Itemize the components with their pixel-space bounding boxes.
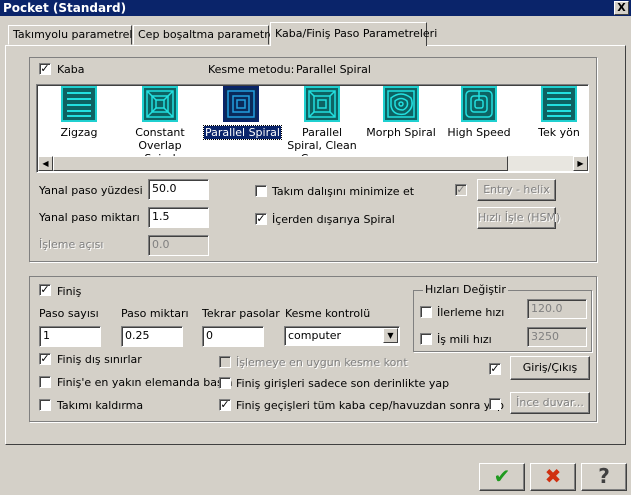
minimize-plunge-label: Takım dalışını minimize et — [272, 185, 415, 198]
hsm-button[interactable]: Hızlı İşle (HSM) — [477, 207, 560, 229]
chevron-down-icon[interactable]: ▼ — [383, 328, 398, 343]
speeds-group-label: Hızları Değiştir — [423, 283, 508, 296]
stepover-distance-input[interactable]: 1.5 — [148, 207, 209, 228]
spring-passes-label: Tekrar pasolar — [202, 307, 280, 320]
stepover-distance-label: Yanal paso miktarı — [39, 211, 140, 224]
finish-outer-boundaries-label: Finiş dış sınırlar — [57, 353, 142, 366]
cut-method-items: Zigzag Constant Overlap Spiral Parallel … — [38, 86, 588, 156]
entry-helix-checkbox[interactable]: ✓ — [455, 184, 467, 196]
lead-in-out-button[interactable]: Giriş/Çıkış — [510, 356, 590, 380]
feed-override-label: İlerleme hızı — [437, 306, 505, 319]
finish-outer-boundaries-checkbox[interactable]: ✓ — [39, 353, 51, 365]
minimize-plunge-checkbox[interactable] — [255, 185, 267, 197]
method-one-way[interactable]: Tek yön — [522, 86, 588, 139]
spindle-override-checkbox[interactable] — [420, 333, 432, 345]
machining-angle-label: İşleme açısı — [39, 238, 104, 251]
cutter-comp-select[interactable]: computer ▼ — [284, 326, 400, 346]
finish-passes-label: Paso sayısı — [39, 307, 99, 320]
optimize-cut-checkbox[interactable] — [219, 356, 231, 368]
help-button[interactable]: ? — [581, 463, 627, 491]
window-title: Pocket (Standard) — [3, 1, 127, 15]
method-label: Constant Overlap Spiral — [135, 126, 185, 156]
feed-override-input[interactable]: 120.0 — [527, 299, 587, 319]
finish-spacing-label: Paso miktarı — [121, 307, 189, 320]
finish-passes-input[interactable]: 1 — [39, 326, 101, 347]
stepover-percent-input[interactable]: 50.0 — [148, 179, 209, 200]
one-way-icon — [541, 86, 577, 122]
spindle-override-input[interactable]: 3250 — [527, 327, 587, 347]
rough-label: Kaba — [57, 63, 85, 76]
high-speed-icon — [461, 86, 497, 122]
closest-element-label: Finiş'e en yakın elemanda başla — [57, 376, 233, 389]
stepover-percent-label: Yanal paso yüzdesi — [39, 184, 143, 197]
method-label: High Speed — [447, 126, 511, 139]
method-constant-overlap-spiral[interactable]: Constant Overlap Spiral — [122, 86, 198, 156]
parallel-spiral-icon — [223, 86, 259, 122]
cutter-comp-label: Kesme kontrolü — [285, 307, 371, 320]
method-zigzag[interactable]: Zigzag — [42, 86, 116, 139]
spring-passes-input[interactable]: 0 — [202, 326, 264, 347]
scroll-right-icon[interactable]: ▶ — [573, 156, 588, 171]
help-icon: ? — [598, 464, 610, 488]
close-button[interactable]: X — [614, 1, 629, 15]
method-high-speed[interactable]: High Speed — [442, 86, 516, 139]
cancel-button[interactable]: ✖ — [530, 463, 576, 491]
lead-in-out-checkbox[interactable]: ✓ — [489, 363, 501, 375]
spiral-inside-out-checkbox[interactable]: ✓ — [255, 213, 267, 225]
tab-pocketing-parameters[interactable]: Cep boşaltma parametreleri — [133, 25, 293, 45]
method-list-scrollbar[interactable]: ◀ ▶ — [38, 156, 588, 171]
scroll-left-icon[interactable]: ◀ — [38, 156, 53, 171]
method-label: Parallel Spiral, Clean Corners — [287, 126, 357, 156]
thin-walls-checkbox[interactable] — [489, 398, 501, 410]
spindle-override-label: İş mili hızı — [437, 333, 492, 346]
tab-label: Takımyolu parametreleri — [13, 28, 147, 41]
finish-label: Finiş — [57, 285, 82, 298]
keep-tool-down-label: Takımı kaldırma — [57, 399, 144, 412]
method-morph-spiral[interactable]: Morph Spiral — [364, 86, 438, 139]
finish-spacing-input[interactable]: 0.25 — [121, 326, 183, 347]
window-title-bar: Pocket (Standard) — [0, 0, 631, 16]
method-label: Morph Spiral — [366, 126, 436, 139]
rough-checkbox[interactable]: ✓ — [39, 63, 51, 75]
cut-method-label: Kesme metodu: — [208, 63, 295, 76]
tab-label: Kaba/Finiş Paso Parametreleri — [275, 27, 438, 40]
feed-override-checkbox[interactable] — [420, 306, 432, 318]
method-parallel-spiral[interactable]: Parallel Spiral — [203, 86, 282, 140]
closest-element-checkbox[interactable] — [39, 376, 51, 388]
spiral-inside-out-label: İçerden dışarıya Spiral — [272, 213, 395, 226]
thin-walls-button[interactable]: İnce duvar... — [510, 392, 590, 414]
entry-helix-button[interactable]: Entry - helix — [477, 179, 556, 201]
scrollbar-thumb[interactable] — [53, 156, 508, 171]
optimize-cut-label: İşlemeye en uygun kesme kont — [236, 356, 408, 369]
method-label: Tek yön — [538, 126, 580, 139]
final-depth-only-checkbox[interactable] — [219, 377, 231, 389]
after-roughing-label: Finiş geçişleri tüm kaba cep/havuzdan so… — [236, 399, 505, 412]
method-parallel-spiral-clean-corners[interactable]: Parallel Spiral, Clean Corners — [284, 86, 360, 156]
constant-overlap-spiral-icon — [142, 86, 178, 122]
finish-checkbox[interactable]: ✓ — [39, 284, 51, 296]
checkmark-icon: ✔ — [493, 464, 511, 488]
zigzag-icon — [61, 86, 97, 122]
cutter-comp-value: computer — [288, 329, 342, 342]
method-label: Zigzag — [60, 126, 98, 139]
method-label: Parallel Spiral — [203, 125, 282, 140]
morph-spiral-icon — [383, 86, 419, 122]
tab-toolpath-parameters[interactable]: Takımyolu parametreleri — [8, 25, 147, 45]
cancel-x-icon: ✖ — [544, 464, 562, 488]
cut-method-value: Parallel Spiral — [296, 63, 371, 76]
close-icon: X — [617, 1, 626, 14]
final-depth-only-label: Finiş girişleri sadece son derinlikte ya… — [236, 377, 450, 390]
ok-button[interactable]: ✔ — [479, 463, 525, 491]
parallel-spiral-clean-corners-icon — [304, 86, 340, 122]
keep-tool-down-checkbox[interactable] — [39, 399, 51, 411]
machining-angle-input[interactable]: 0.0 — [148, 235, 209, 256]
tab-rough-finish-parameters[interactable]: Kaba/Finiş Paso Parametreleri — [270, 22, 437, 46]
after-roughing-checkbox[interactable]: ✓ — [219, 399, 231, 411]
